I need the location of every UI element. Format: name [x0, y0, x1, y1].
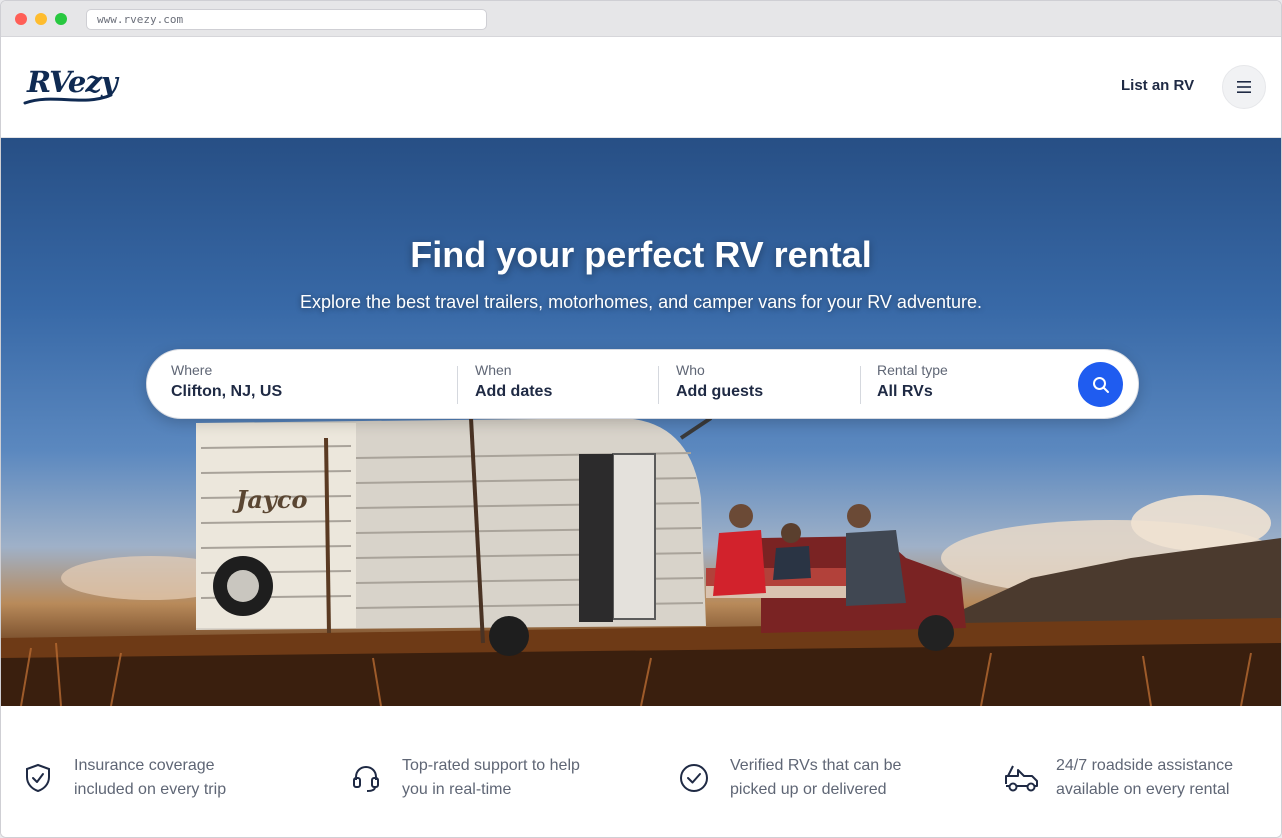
feature-text-line: Insurance coverage — [74, 757, 215, 774]
hero-title: Find your perfect RV rental — [410, 234, 872, 275]
maximize-window-button[interactable] — [55, 13, 67, 25]
when-field[interactable]: When Add dates — [475, 362, 645, 408]
search-divider — [457, 366, 458, 404]
where-label: Where — [171, 362, 213, 378]
feature-verified: Verified RVs that can be picked up or de… — [678, 754, 978, 814]
hero-banner: Jayco Find your perfect RV rental Explor… — [1, 138, 1281, 706]
search-divider — [860, 366, 861, 404]
site-header: RVezy List an RV — [1, 37, 1281, 138]
logo-swoosh — [23, 93, 113, 105]
feature-roadside: 24/7 roadside assistance available on ev… — [1004, 754, 1281, 814]
search-button[interactable] — [1078, 362, 1123, 407]
hero-subtitle: Explore the best travel trailers, motorh… — [300, 292, 982, 312]
when-label: When — [475, 362, 512, 378]
check-circle-icon — [680, 764, 708, 792]
search-divider — [658, 366, 659, 404]
who-label: Who — [676, 362, 705, 378]
trailer-brand-label: Jayco — [232, 485, 307, 514]
feature-text-line: available on every rental — [1056, 781, 1230, 798]
search-icon — [1092, 376, 1109, 393]
features-strip: Insurance coverage included on every tri… — [1, 706, 1281, 837]
list-an-rv-link[interactable]: List an RV — [1121, 77, 1194, 94]
address-bar[interactable]: www.rvezy.com — [86, 9, 487, 30]
browser-window: www.rvezy.com RVezy List an RV Jayco Fin… — [0, 0, 1282, 838]
menu-button[interactable] — [1222, 65, 1266, 109]
feature-text-line: 24/7 roadside assistance — [1056, 757, 1233, 774]
hero-photo: Jayco — [1, 416, 1281, 706]
browser-chrome: www.rvezy.com — [1, 1, 1281, 37]
rental-type-label: Rental type — [877, 362, 948, 378]
headset-icon — [353, 765, 379, 792]
shield-check-icon — [26, 763, 50, 793]
minimize-window-button[interactable] — [35, 13, 47, 25]
who-value: Add guests — [676, 383, 764, 400]
when-value: Add dates — [475, 383, 553, 400]
feature-text-line: Verified RVs that can be — [730, 757, 902, 774]
feature-insurance: Insurance coverage included on every tri… — [22, 754, 322, 814]
feature-text-line: picked up or delivered — [730, 781, 887, 798]
tow-truck-icon — [1005, 765, 1038, 792]
feature-text-line: included on every trip — [74, 781, 227, 798]
close-window-button[interactable] — [15, 13, 27, 25]
rvezy-logo[interactable]: RVezy — [23, 65, 118, 109]
feature-text-line: you in real-time — [402, 781, 512, 798]
where-field[interactable]: Where Clifton, NJ, US — [171, 362, 441, 408]
rental-type-field[interactable]: Rental type All RVs — [877, 362, 1047, 408]
feature-support: Top-rated support to help you in real-ti… — [350, 754, 650, 814]
who-field[interactable]: Who Add guests — [676, 362, 846, 408]
feature-text-line: Top-rated support to help — [402, 757, 580, 774]
hamburger-icon — [1237, 81, 1251, 93]
rental-type-value: All RVs — [877, 383, 933, 400]
search-bar: Where Clifton, NJ, US When Add dates Who… — [146, 349, 1139, 419]
where-value: Clifton, NJ, US — [171, 383, 283, 400]
